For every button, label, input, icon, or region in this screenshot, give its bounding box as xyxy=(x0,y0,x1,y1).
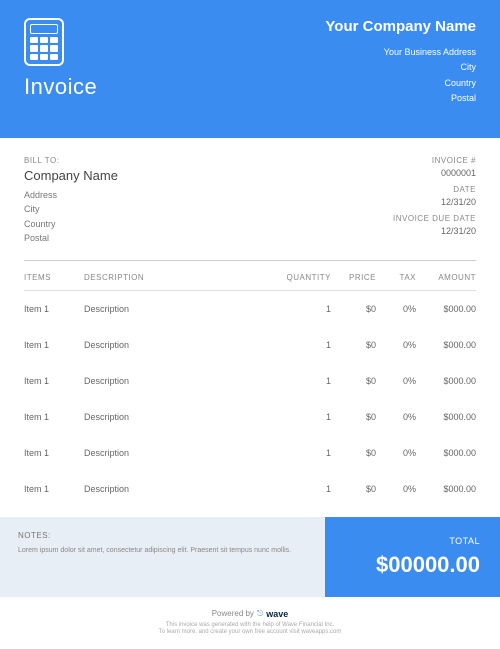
cell-qty: 1 xyxy=(281,304,331,314)
invoice-date-label: DATE xyxy=(393,185,476,194)
notes-label: NOTES: xyxy=(18,531,307,540)
cell-qty: 1 xyxy=(281,448,331,458)
col-price: PRICE xyxy=(331,273,376,282)
company-address: Your Business Address xyxy=(325,45,476,60)
company-city: City xyxy=(325,60,476,75)
wave-logo-icon: ⎋ xyxy=(257,609,263,619)
header-right: Your Company Name Your Business Address … xyxy=(325,18,476,108)
notes-block: NOTES: Lorem ipsum dolor sit amet, conse… xyxy=(0,517,325,597)
invoice-date: 12/31/20 xyxy=(393,197,476,207)
col-items: ITEMS xyxy=(24,273,84,282)
cell-desc: Description xyxy=(84,376,281,386)
cell-desc: Description xyxy=(84,304,281,314)
cell-item: Item 1 xyxy=(24,484,84,494)
cell-desc: Description xyxy=(84,340,281,350)
bill-to-label: BILL TO: xyxy=(24,156,118,165)
powered-label: Powered by xyxy=(212,609,254,618)
meta-section: BILL TO: Company Name Address City Count… xyxy=(24,138,476,261)
table-row: Item 1Description1$00%$000.00 xyxy=(24,399,476,435)
company-name: Your Company Name xyxy=(325,18,476,35)
cell-price: $0 xyxy=(331,484,376,494)
invoice-header: Invoice Your Company Name Your Business … xyxy=(0,0,500,138)
bottom-section: NOTES: Lorem ipsum dolor sit amet, conse… xyxy=(0,517,500,597)
cell-item: Item 1 xyxy=(24,304,84,314)
bill-to-city: City xyxy=(24,202,118,216)
col-description: DESCRIPTION xyxy=(84,273,281,282)
wave-brand: wave xyxy=(266,609,288,619)
bill-to-address: Address xyxy=(24,188,118,202)
bill-to-block: BILL TO: Company Name Address City Count… xyxy=(24,156,118,246)
cell-qty: 1 xyxy=(281,376,331,386)
cell-amount: $000.00 xyxy=(416,412,476,422)
cell-qty: 1 xyxy=(281,484,331,494)
cell-desc: Description xyxy=(84,484,281,494)
bill-to-postal: Postal xyxy=(24,231,118,245)
cell-price: $0 xyxy=(331,340,376,350)
invoice-due-date: 12/31/20 xyxy=(393,226,476,236)
invoice-number-label: INVOICE # xyxy=(393,156,476,165)
cell-tax: 0% xyxy=(376,376,416,386)
cell-desc: Description xyxy=(84,448,281,458)
line-items-table: ITEMS DESCRIPTION QUANTITY PRICE TAX AMO… xyxy=(0,261,500,507)
company-country: Country xyxy=(325,76,476,91)
cell-amount: $000.00 xyxy=(416,304,476,314)
bill-to-country: Country xyxy=(24,217,118,231)
cell-amount: $000.00 xyxy=(416,448,476,458)
col-amount: AMOUNT xyxy=(416,273,476,282)
cell-tax: 0% xyxy=(376,484,416,494)
cell-item: Item 1 xyxy=(24,448,84,458)
cell-price: $0 xyxy=(331,376,376,386)
cell-desc: Description xyxy=(84,412,281,422)
company-postal: Postal xyxy=(325,91,476,106)
calculator-icon xyxy=(24,18,64,66)
invoice-number: 0000001 xyxy=(393,168,476,178)
powered-by: Powered by ⎋ wave xyxy=(0,609,500,619)
total-label: TOTAL xyxy=(345,536,480,546)
cell-amount: $000.00 xyxy=(416,484,476,494)
notes-text: Lorem ipsum dolor sit amet, consectetur … xyxy=(18,546,307,557)
bill-to-name: Company Name xyxy=(24,168,118,183)
invoice-due-label: INVOICE DUE DATE xyxy=(393,214,476,223)
footer: Powered by ⎋ wave This invoice was gener… xyxy=(0,597,500,649)
col-tax: TAX xyxy=(376,273,416,282)
table-row: Item 1Description1$00%$000.00 xyxy=(24,435,476,471)
cell-amount: $000.00 xyxy=(416,340,476,350)
table-row: Item 1Description1$00%$000.00 xyxy=(24,471,476,507)
cell-qty: 1 xyxy=(281,412,331,422)
cell-item: Item 1 xyxy=(24,412,84,422)
cell-tax: 0% xyxy=(376,340,416,350)
document-title: Invoice xyxy=(24,74,97,100)
table-row: Item 1Description1$00%$000.00 xyxy=(24,291,476,327)
total-amount: $00000.00 xyxy=(345,552,480,578)
invoice-meta-block: INVOICE # 0000001 DATE 12/31/20 INVOICE … xyxy=(393,156,476,246)
header-left: Invoice xyxy=(24,18,97,108)
cell-item: Item 1 xyxy=(24,340,84,350)
cell-amount: $000.00 xyxy=(416,376,476,386)
cell-price: $0 xyxy=(331,304,376,314)
cell-price: $0 xyxy=(331,412,376,422)
cell-qty: 1 xyxy=(281,340,331,350)
cell-tax: 0% xyxy=(376,448,416,458)
cell-tax: 0% xyxy=(376,412,416,422)
table-row: Item 1Description1$00%$000.00 xyxy=(24,327,476,363)
total-block: TOTAL $00000.00 xyxy=(325,517,500,597)
cell-tax: 0% xyxy=(376,304,416,314)
col-quantity: QUANTITY xyxy=(281,273,331,282)
table-header: ITEMS DESCRIPTION QUANTITY PRICE TAX AMO… xyxy=(24,261,476,291)
cell-price: $0 xyxy=(331,448,376,458)
footer-line1: This invoice was generated with the help… xyxy=(0,622,500,630)
table-row: Item 1Description1$00%$000.00 xyxy=(24,363,476,399)
footer-line2: To learn more, and create your own free … xyxy=(0,629,500,637)
cell-item: Item 1 xyxy=(24,376,84,386)
